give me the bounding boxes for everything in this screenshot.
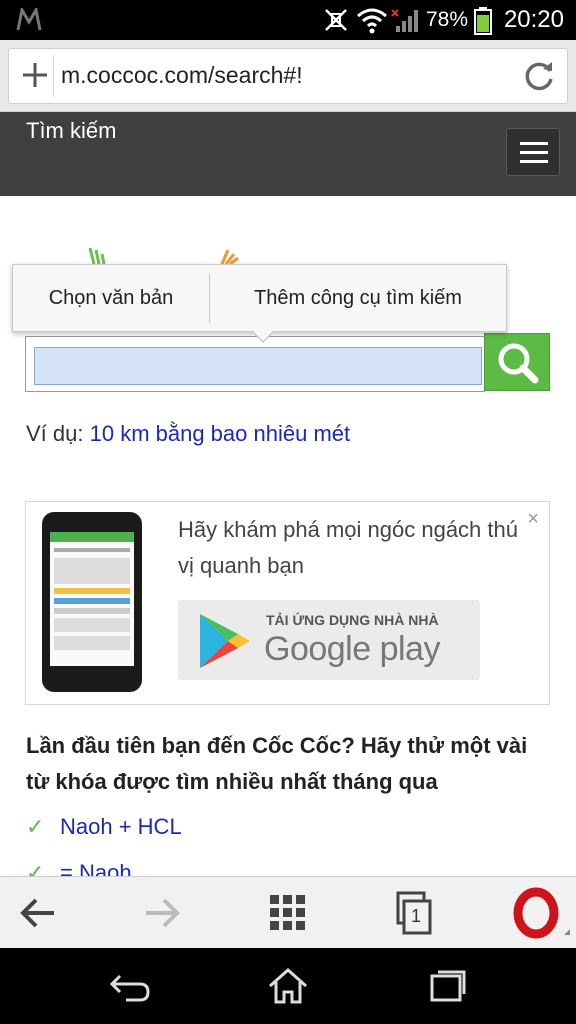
suggestions-heading: Lần đầu tiên bạn đến Cốc Cốc? Hãy thử mộ… [26, 733, 528, 794]
google-play-badge[interactable]: TẢI ỨNG DỤNG NHÀ NHÀ Google play [178, 600, 480, 680]
app-promo-card: Hãy khám phá mọi ngóc ngách thú vị quanh… [25, 501, 550, 705]
system-home-icon[interactable] [264, 962, 312, 1010]
opera-menu-icon[interactable] [512, 887, 572, 939]
play-store-icon [200, 614, 250, 668]
reload-icon[interactable] [523, 59, 557, 93]
example-prefix: Ví dụ: [26, 421, 84, 446]
suggestion-item[interactable]: ✓ Naoh + HCL [26, 814, 182, 840]
add-search-engine-option[interactable]: Thêm công cụ tìm kiếm [210, 265, 506, 331]
address-separator [53, 55, 54, 97]
search-example: Ví dụ: 10 km bằng bao nhiêu mét [26, 421, 350, 447]
text-selection-popup: Chọn văn bản Thêm công cụ tìm kiếm [12, 264, 507, 343]
address-box[interactable]: m.coccoc.com/search#! [8, 48, 568, 104]
search-button[interactable] [484, 333, 550, 391]
clock: 20:20 [503, 6, 564, 33]
signal-icon [391, 9, 418, 32]
vibrate-off-icon [325, 9, 347, 31]
close-icon[interactable]: × [527, 508, 539, 531]
back-icon[interactable] [12, 887, 64, 939]
battery-icon [474, 7, 492, 35]
notification-m-icon [16, 8, 42, 31]
store-caption: TẢI ỨNG DỤNG NHÀ NHÀ [266, 612, 439, 628]
tabs-button[interactable]: 1 [390, 887, 442, 939]
example-link[interactable]: 10 km bằng bao nhiêu mét [90, 421, 351, 446]
forward-icon[interactable] [136, 887, 188, 939]
url-text[interactable]: m.coccoc.com/search#! [61, 62, 303, 89]
browser-address-bar: m.coccoc.com/search#! [0, 40, 576, 112]
wifi-icon [357, 8, 387, 34]
hamburger-menu-button[interactable] [506, 128, 560, 176]
add-tab-icon[interactable] [19, 59, 51, 91]
promo-text: Hãy khám phá mọi ngóc ngách thú vị quanh… [178, 517, 518, 578]
store-name: Google play [264, 630, 440, 668]
select-text-option[interactable]: Chọn văn bản [13, 265, 209, 331]
magnifier-icon [498, 343, 539, 384]
search-box [25, 336, 485, 392]
logo-fragment-green [88, 247, 106, 265]
site-header: Tìm kiếm [0, 112, 576, 196]
search-input[interactable] [34, 347, 482, 385]
system-back-icon[interactable] [106, 962, 154, 1010]
suggestion-link[interactable]: Naoh + HCL [60, 814, 182, 839]
battery-percent: 78% [425, 8, 468, 31]
browser-toolbar: 1 [0, 876, 576, 948]
status-bar: 78% 20:20 [0, 0, 576, 40]
logo-fragment-orange [220, 249, 239, 266]
phone-image [42, 512, 142, 692]
android-nav-bar [0, 948, 576, 1024]
speed-dial-icon[interactable] [262, 887, 314, 939]
page-title: Tìm kiếm [26, 118, 117, 143]
tab-count: 1 [411, 906, 422, 926]
system-recents-icon[interactable] [424, 962, 472, 1010]
check-icon: ✓ [26, 814, 45, 839]
